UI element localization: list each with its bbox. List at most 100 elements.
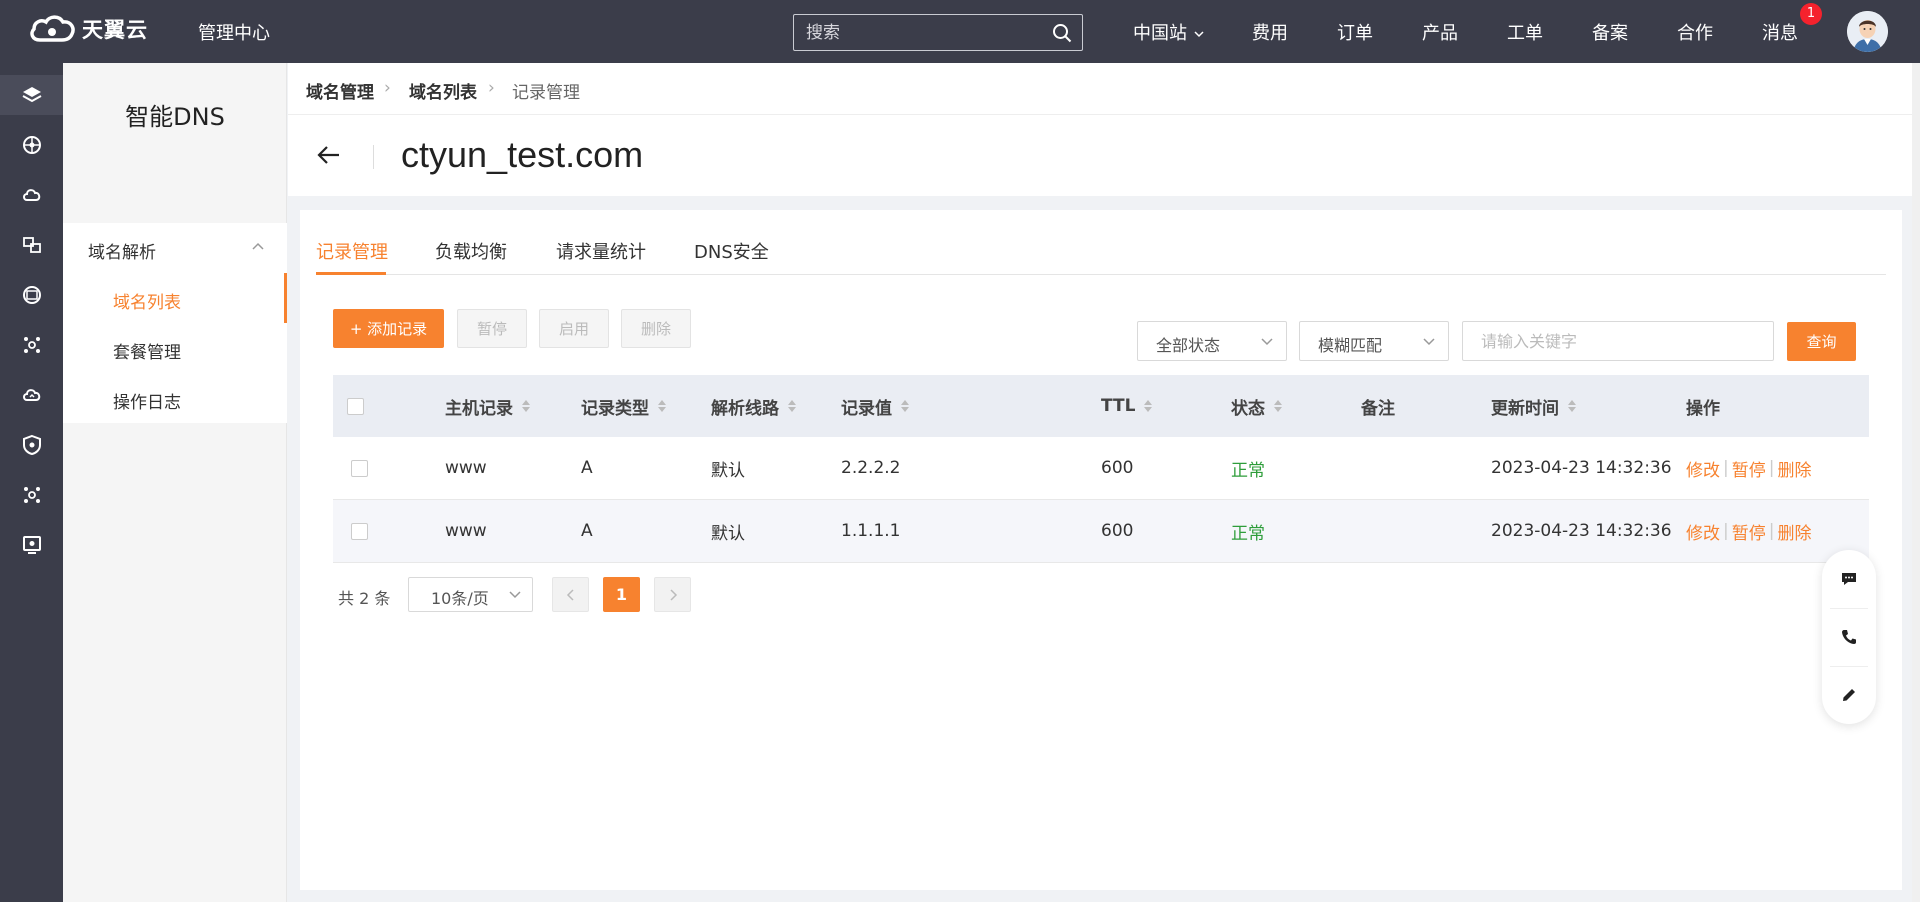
status-filter-select[interactable]: 全部状态 xyxy=(1137,321,1287,361)
rail-item-network[interactable] xyxy=(0,125,63,165)
breadcrumb-separator: › xyxy=(488,78,495,98)
page-scrollbar[interactable] xyxy=(1912,63,1920,902)
sidebar-group-dns-resolution[interactable]: 域名解析 xyxy=(63,223,287,273)
col-line[interactable]: 解析线路 xyxy=(711,375,797,437)
top-bar: 天翼云 管理中心 中国站 费用 订单 产品 工单 备案 合作 消息 1 xyxy=(0,0,1920,63)
match-mode-value: 模糊匹配 xyxy=(1318,336,1383,355)
edit-link[interactable]: 修改 xyxy=(1686,456,1720,481)
nav-tickets[interactable]: 工单 xyxy=(1507,19,1543,45)
cloud-logo-icon xyxy=(30,15,75,42)
col-status[interactable]: 状态 xyxy=(1231,375,1283,437)
next-page-button[interactable] xyxy=(654,577,691,612)
delete-link[interactable]: 删除 xyxy=(1777,519,1811,544)
col-value[interactable]: 记录值 xyxy=(841,375,910,437)
rail-item-browser[interactable] xyxy=(0,275,63,315)
page-size-select[interactable]: 10条/页 xyxy=(408,577,533,612)
tab-load-balancing[interactable]: 负载均衡 xyxy=(435,238,507,264)
page-number-current[interactable]: 1 xyxy=(603,577,640,612)
chevron-down-icon xyxy=(509,591,521,599)
feedback-button[interactable] xyxy=(1822,666,1876,724)
prev-page-button[interactable] xyxy=(552,577,589,612)
breadcrumb-current: 记录管理 xyxy=(512,83,580,103)
tab-request-stats[interactable]: 请求量统计 xyxy=(556,238,646,264)
tab-record-management[interactable]: 记录管理 xyxy=(316,238,388,264)
sidebar-item-domain-list[interactable]: 域名列表 xyxy=(63,273,287,323)
rail-item-cloud[interactable] xyxy=(0,175,63,215)
avatar[interactable] xyxy=(1847,11,1888,52)
cell-actions: 修改 | 暂停 | 删除 xyxy=(1686,500,1811,562)
delete-link[interactable]: 删除 xyxy=(1777,456,1811,481)
cell-ttl: 600 xyxy=(1101,521,1134,541)
search-input[interactable] xyxy=(794,15,1034,50)
col-updated[interactable]: 更新时间 xyxy=(1491,375,1577,437)
pagination-total: 共 2 条 xyxy=(338,589,391,608)
rail-item-layers[interactable] xyxy=(0,75,63,115)
chat-button[interactable] xyxy=(1822,550,1876,608)
pause-button[interactable]: 暂停 xyxy=(457,309,527,348)
query-button[interactable]: 查询 xyxy=(1787,322,1856,361)
sort-icon xyxy=(1274,400,1282,412)
edit-link[interactable]: 修改 xyxy=(1686,519,1720,544)
sidebar-item-operation-log[interactable]: 操作日志 xyxy=(63,373,287,423)
nav-china-site[interactable]: 中国站 xyxy=(1133,19,1205,45)
col-type[interactable]: 记录类型 xyxy=(581,375,667,437)
network-icon xyxy=(22,136,41,154)
row-checkbox[interactable] xyxy=(351,522,368,540)
nav-fees[interactable]: 费用 xyxy=(1252,19,1288,45)
col-label: 记录值 xyxy=(841,398,892,419)
management-center-link[interactable]: 管理中心 xyxy=(198,19,270,45)
sidebar-item-plan-management[interactable]: 套餐管理 xyxy=(63,323,287,373)
delete-button[interactable]: 删除 xyxy=(621,309,691,348)
search-icon[interactable] xyxy=(1052,23,1072,43)
rail-item-monitor[interactable] xyxy=(0,525,63,565)
rail-item-security[interactable] xyxy=(0,425,63,465)
monitor-icon xyxy=(22,536,41,554)
keyword-input[interactable] xyxy=(1462,321,1774,361)
rail-item-cloud-sync[interactable] xyxy=(0,375,63,415)
col-remark: 备注 xyxy=(1361,398,1395,419)
back-arrow-icon[interactable] xyxy=(316,142,342,168)
cell-status: 正常 xyxy=(1231,460,1265,481)
cell-status: 正常 xyxy=(1231,523,1265,544)
cell-host: www xyxy=(445,521,487,541)
nav-messages[interactable]: 消息 xyxy=(1762,19,1798,45)
chevron-down-icon xyxy=(1423,338,1435,346)
cell-value: 2.2.2.2 xyxy=(841,458,901,478)
nav-orders[interactable]: 订单 xyxy=(1337,19,1373,45)
message-badge: 1 xyxy=(1800,3,1822,25)
sidebar-title: 智能DNS xyxy=(125,103,225,131)
breadcrumb-domain-management[interactable]: 域名管理 xyxy=(306,78,374,103)
add-record-button[interactable]: + 添加记录 xyxy=(333,309,444,348)
sort-icon xyxy=(658,400,666,412)
rail-item-translate[interactable] xyxy=(0,225,63,265)
chevron-right-icon xyxy=(669,588,677,601)
col-label: 记录类型 xyxy=(581,398,649,419)
cell-actions: 修改 | 暂停 | 删除 xyxy=(1686,437,1811,499)
sidebar-item-label: 操作日志 xyxy=(113,393,181,413)
sort-icon xyxy=(1568,400,1576,412)
enable-button[interactable]: 启用 xyxy=(539,309,609,348)
col-label: 主机记录 xyxy=(445,398,513,419)
select-all-checkbox[interactable] xyxy=(347,397,364,415)
tab-dns-security[interactable]: DNS安全 xyxy=(694,238,769,264)
pause-link[interactable]: 暂停 xyxy=(1732,456,1766,481)
logo[interactable]: 天翼云 xyxy=(28,14,148,44)
action-separator: | xyxy=(1768,458,1775,478)
cell-type: A xyxy=(581,458,593,478)
nav-products[interactable]: 产品 xyxy=(1422,19,1458,45)
pause-link[interactable]: 暂停 xyxy=(1732,519,1766,544)
rail-item-hub[interactable] xyxy=(0,325,63,365)
cell-updated: 2023-04-23 14:32:36 xyxy=(1491,458,1672,478)
phone-button[interactable] xyxy=(1822,608,1876,666)
rail-item-hub-alt[interactable] xyxy=(0,475,63,515)
match-mode-select[interactable]: 模糊匹配 xyxy=(1299,321,1449,361)
breadcrumb-domain-list[interactable]: 域名列表 xyxy=(409,78,477,103)
nav-filing[interactable]: 备案 xyxy=(1592,19,1628,45)
cloud-sync-icon xyxy=(22,389,40,401)
nav-cooperation[interactable]: 合作 xyxy=(1677,19,1713,45)
row-checkbox[interactable] xyxy=(351,459,368,477)
col-ttl[interactable]: TTL xyxy=(1101,375,1153,437)
col-host[interactable]: 主机记录 xyxy=(445,375,531,437)
col-label: 更新时间 xyxy=(1491,398,1559,419)
breadcrumb-separator: › xyxy=(384,78,391,98)
